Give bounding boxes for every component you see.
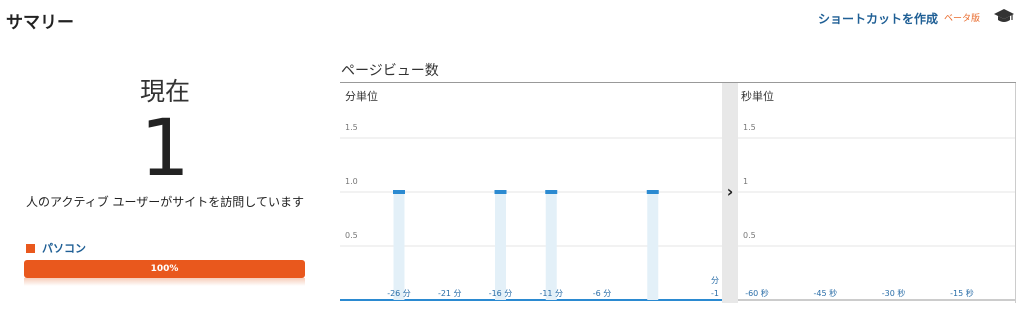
minute-bar-cap bbox=[393, 190, 405, 194]
second-x-tick-label: -60 秒 bbox=[745, 288, 769, 298]
device-label: パソコン bbox=[42, 242, 86, 255]
minute-y-tick-label: 0.5 bbox=[345, 231, 358, 240]
second-x-tick-label: -30 秒 bbox=[882, 288, 906, 298]
pageviews-title: ページビュー数 bbox=[341, 63, 439, 79]
graduation-cap-icon[interactable] bbox=[993, 8, 1015, 24]
legend-swatch bbox=[26, 243, 35, 253]
minute-bar bbox=[545, 192, 557, 300]
minute-panel-title: 分単位 bbox=[345, 89, 378, 103]
second-y-tick-label: 0.5 bbox=[743, 231, 756, 240]
minute-bar bbox=[393, 192, 405, 300]
active-users-count: 1 bbox=[140, 104, 190, 194]
device-legend: パソコン bbox=[26, 240, 86, 256]
device-share-bar: 100% bbox=[24, 260, 305, 278]
minute-bar-cap bbox=[545, 190, 558, 194]
active-users-description: 人のアクティブ ユーザーがサイトを訪問しています bbox=[26, 195, 304, 209]
second-y-tick-label: 1.5 bbox=[743, 123, 756, 132]
minute-x-tick-label: -21 分 bbox=[438, 289, 462, 298]
now-label: 現在 bbox=[139, 77, 190, 106]
minute-x-tick-label: -11 分 bbox=[539, 289, 563, 298]
pageviews-chart-panel: › 分単位 秒単位 1.5 1.5 1.0 1 0.5 0.5 -26 分 -21 分 -16 分 -1… bbox=[340, 82, 1016, 303]
chevron-right-icon[interactable]: › bbox=[727, 182, 734, 201]
second-panel-title: 秒単位 bbox=[741, 89, 774, 103]
page-title: サマリー bbox=[6, 13, 74, 33]
minute-x-tick-label: -1 bbox=[711, 289, 719, 298]
second-x-tick-label: -15 秒 bbox=[950, 288, 974, 298]
minute-y-tick-label: 1.0 bbox=[345, 177, 358, 186]
minute-bar bbox=[495, 192, 506, 300]
minute-bar-cap bbox=[494, 190, 507, 194]
pageviews-chart: › 分単位 秒単位 1.5 1.5 1.0 1 0.5 0.5 -26 分 -21 分 -16 分 -1… bbox=[340, 83, 1016, 303]
minute-x-tick-label: -16 分 bbox=[489, 289, 513, 298]
beta-badge: ベータ版 bbox=[944, 14, 981, 24]
minute-x-tick-label: -26 分 bbox=[387, 289, 411, 298]
minute-bar-cap bbox=[646, 190, 659, 194]
create-shortcut-link[interactable]: ショートカットを作成 bbox=[818, 10, 938, 27]
device-share-bar-shadow bbox=[24, 278, 305, 286]
minute-x-tick-label: -6 分 bbox=[593, 289, 612, 298]
minute-x-tick-label: 分 bbox=[711, 276, 719, 285]
minute-bar bbox=[647, 192, 659, 300]
second-y-tick-label: 1 bbox=[743, 177, 748, 186]
second-x-tick-label: -45 秒 bbox=[813, 288, 837, 298]
minute-y-tick-label: 1.5 bbox=[345, 123, 358, 132]
